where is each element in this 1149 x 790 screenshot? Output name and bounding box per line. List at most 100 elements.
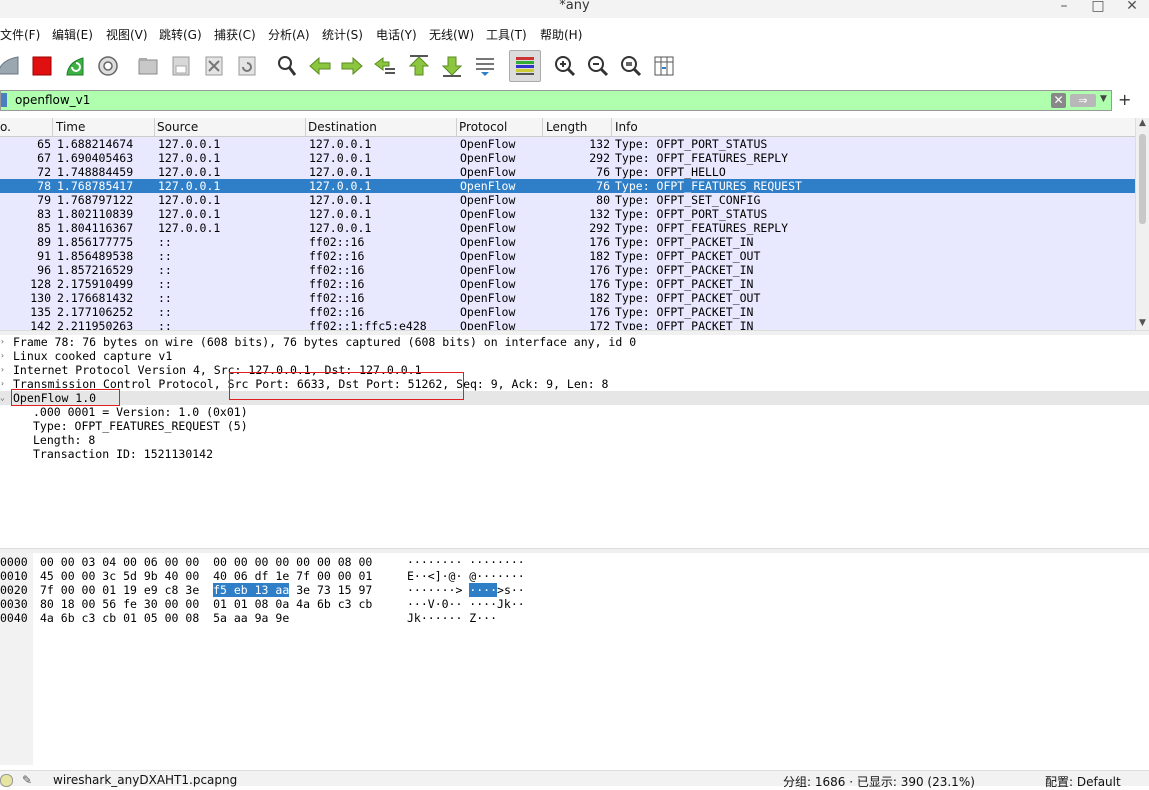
table-row[interactable]: 65 1.688214674 127.0.0.1 127.0.0.1 OpenFlow 1… <box>0 137 1135 151</box>
table-row[interactable]: 83 1.802110839 127.0.0.1 127.0.0.1 OpenFlow 1… <box>0 207 1135 221</box>
detail-frame[interactable]: › Frame 78: 76 bytes on wire (608 bits),… <box>0 335 636 349</box>
expand-arrow-icon[interactable]: › <box>0 335 5 349</box>
column-header-info[interactable]: Info <box>615 120 638 134</box>
byte-hex[interactable]: 45 00 00 3c 5d 9b 40 00 40 06 df 1e 7f 0… <box>40 569 372 583</box>
packet-list-scrollbar[interactable]: ▲ ▼ <box>1135 118 1149 330</box>
table-row-selected[interactable]: 78 1.768785417 127.0.0.1 127.0.0.1 OpenFlow 7… <box>0 179 1135 193</box>
column-header-no[interactable]: o. <box>0 120 11 134</box>
scroll-up-icon[interactable]: ▲ <box>1139 118 1146 128</box>
menu-help[interactable]: 帮助(H) <box>540 26 582 43</box>
table-row[interactable]: 128 2.175910499:: ff02::16 OpenFlow 176 Type:… <box>0 277 1135 291</box>
expert-info-icon[interactable] <box>0 774 13 787</box>
column-header-protocol[interactable]: Protocol <box>459 120 507 134</box>
clear-filter-icon[interactable]: ✕ <box>1051 93 1066 108</box>
byte-ascii[interactable]: ········ ········ <box>407 555 525 569</box>
find-packet-icon[interactable] <box>273 52 301 80</box>
byte-hex[interactable]: 00 00 03 04 00 06 00 00 00 00 00 00 00 0… <box>40 555 372 569</box>
column-header-source[interactable]: Source <box>157 120 198 134</box>
save-file-icon[interactable] <box>167 52 195 80</box>
menu-wireless[interactable]: 无线(W) <box>429 26 474 43</box>
column-header-destination[interactable]: Destination <box>308 120 377 134</box>
display-filter-value[interactable]: openflow_v1 <box>15 93 90 107</box>
menu-edit[interactable]: 编辑(E) <box>52 26 93 43</box>
table-cell-len: 292 <box>589 151 610 165</box>
scroll-down-icon[interactable]: ▼ <box>1139 318 1146 328</box>
byte-offset: 0040 <box>0 611 28 625</box>
table-cell-src: :: <box>158 249 172 263</box>
table-row[interactable]: 142 2.211950263:: ff02::1:ffc5:e428 OpenFlo… <box>0 319 1135 330</box>
menu-file[interactable]: 文件(F) <box>0 26 40 43</box>
resize-columns-icon[interactable] <box>650 52 678 80</box>
filter-bookmark-icon[interactable] <box>1 93 7 107</box>
menu-analyze[interactable]: 分析(A) <box>268 26 310 43</box>
table-cell-src: :: <box>158 291 172 305</box>
byte-ascii[interactable]: ···V·0·· ····Jk·· <box>407 597 525 611</box>
menu-statistics[interactable]: 统计(S) <box>322 26 363 43</box>
capture-options-icon[interactable] <box>94 52 122 80</box>
menu-telephony[interactable]: 电话(Y) <box>376 26 417 43</box>
display-filter-input[interactable]: openflow_v1 ✕ ⇒ ▼ <box>0 90 1112 111</box>
detail-openflow[interactable]: ⌄ OpenFlow 1.0 <box>0 391 1149 405</box>
table-row[interactable]: 96 1.857216529:: ff02::16 OpenFlow 176 Type: … <box>0 263 1135 277</box>
byte-ascii[interactable]: E··<]·@· @······· <box>407 569 525 583</box>
auto-scroll-icon[interactable] <box>471 52 499 80</box>
menu-tools[interactable]: 工具(T) <box>486 26 527 43</box>
scrollbar-thumb[interactable] <box>1139 134 1146 224</box>
close-file-icon[interactable] <box>200 52 228 80</box>
expand-arrow-icon[interactable]: › <box>0 363 5 377</box>
minimize-icon[interactable]: – <box>1055 0 1073 15</box>
detail-linux-cooked[interactable]: › Linux cooked capture v1 <box>0 349 172 363</box>
start-capture-fin-icon[interactable] <box>0 52 22 80</box>
open-file-icon[interactable] <box>134 52 162 80</box>
filter-history-chevron-down-icon[interactable]: ▼ <box>1100 94 1107 104</box>
table-row[interactable]: 130 2.176681432:: ff02::16 OpenFlow 182 Type:… <box>0 291 1135 305</box>
table-row[interactable]: 135 2.177106252:: ff02::16 OpenFlow 176 Type:… <box>0 305 1135 319</box>
table-cell-time: 1.856177775 <box>57 235 134 249</box>
first-packet-icon[interactable] <box>405 52 433 80</box>
byte-ascii[interactable]: ·······> ····>s·· <box>407 583 525 597</box>
table-cell-proto: OpenFlow <box>460 193 516 207</box>
restart-capture-icon[interactable] <box>61 52 89 80</box>
last-packet-icon[interactable] <box>438 52 466 80</box>
byte-hex[interactable]: 4a 6b c3 cb 01 05 00 08 5a aa 9a 9e <box>40 611 289 625</box>
detail-openflow-version[interactable]: .000 0001 = Version: 1.0 (0x01) <box>33 405 248 419</box>
byte-ascii[interactable]: Jk······ Z··· <box>407 611 497 625</box>
detail-openflow-type[interactable]: Type: OFPT_FEATURES_REQUEST (5) <box>33 419 248 433</box>
packet-details[interactable]: › Frame 78: 76 bytes on wire (608 bits),… <box>0 335 1149 547</box>
go-to-packet-icon[interactable] <box>371 52 399 80</box>
zoom-out-icon[interactable] <box>584 52 612 80</box>
expand-arrow-icon[interactable]: › <box>0 349 5 363</box>
go-forward-icon[interactable] <box>338 52 366 80</box>
expand-arrow-icon[interactable]: › <box>0 377 5 391</box>
menu-go[interactable]: 跳转(G) <box>159 26 202 43</box>
column-header-time[interactable]: Time <box>56 120 85 134</box>
collapse-arrow-icon[interactable]: ⌄ <box>0 391 5 405</box>
table-row[interactable]: 79 1.768797122 127.0.0.1 127.0.0.1 OpenFlow 8… <box>0 193 1135 207</box>
detail-openflow-length[interactable]: Length: 8 <box>33 433 95 447</box>
packet-list[interactable]: o. Time Source Destination Protocol Leng… <box>0 118 1149 330</box>
colorize-icon[interactable] <box>509 50 541 82</box>
byte-hex[interactable]: 80 18 00 56 fe 30 00 00 01 01 08 0a 4a 6… <box>40 597 372 611</box>
byte-hex[interactable]: 7f 00 00 01 19 e9 c8 3e f5 eb 13 aa 3e 7… <box>40 583 372 597</box>
reload-file-icon[interactable] <box>233 52 261 80</box>
zoom-in-icon[interactable] <box>551 52 579 80</box>
column-header-length[interactable]: Length <box>546 120 587 134</box>
table-row[interactable]: 67 1.690405463 127.0.0.1 127.0.0.1 OpenFlow 2… <box>0 151 1135 165</box>
stop-capture-icon[interactable] <box>28 52 56 80</box>
table-cell-src: 127.0.0.1 <box>158 165 221 179</box>
detail-openflow-xid[interactable]: Transaction ID: 1521130142 <box>33 447 213 461</box>
table-row[interactable]: 91 1.856489538:: ff02::16 OpenFlow 182 Type: … <box>0 249 1135 263</box>
go-back-icon[interactable] <box>306 52 334 80</box>
table-row[interactable]: 85 1.804116367 127.0.0.1 127.0.0.1 OpenFlow 2… <box>0 221 1135 235</box>
profile-label[interactable]: 配置: Default <box>1045 773 1121 790</box>
close-icon[interactable]: ✕ <box>1123 0 1141 15</box>
packet-bytes[interactable]: 0000 00 00 03 04 00 06 00 00 00 00 00 00 … <box>0 553 1149 765</box>
menu-capture[interactable]: 捕获(C) <box>214 26 256 43</box>
zoom-reset-icon[interactable] <box>617 52 645 80</box>
table-row[interactable]: 72 1.748884459 127.0.0.1 127.0.0.1 OpenFlow 7… <box>0 165 1135 179</box>
apply-filter-icon[interactable]: ⇒ <box>1070 94 1096 107</box>
add-filter-button-icon[interactable]: + <box>1118 90 1131 109</box>
menu-view[interactable]: 视图(V) <box>106 26 148 43</box>
table-row[interactable]: 89 1.856177775:: ff02::16 OpenFlow 176 Type: … <box>0 235 1135 249</box>
maximize-icon[interactable]: □ <box>1089 0 1107 15</box>
